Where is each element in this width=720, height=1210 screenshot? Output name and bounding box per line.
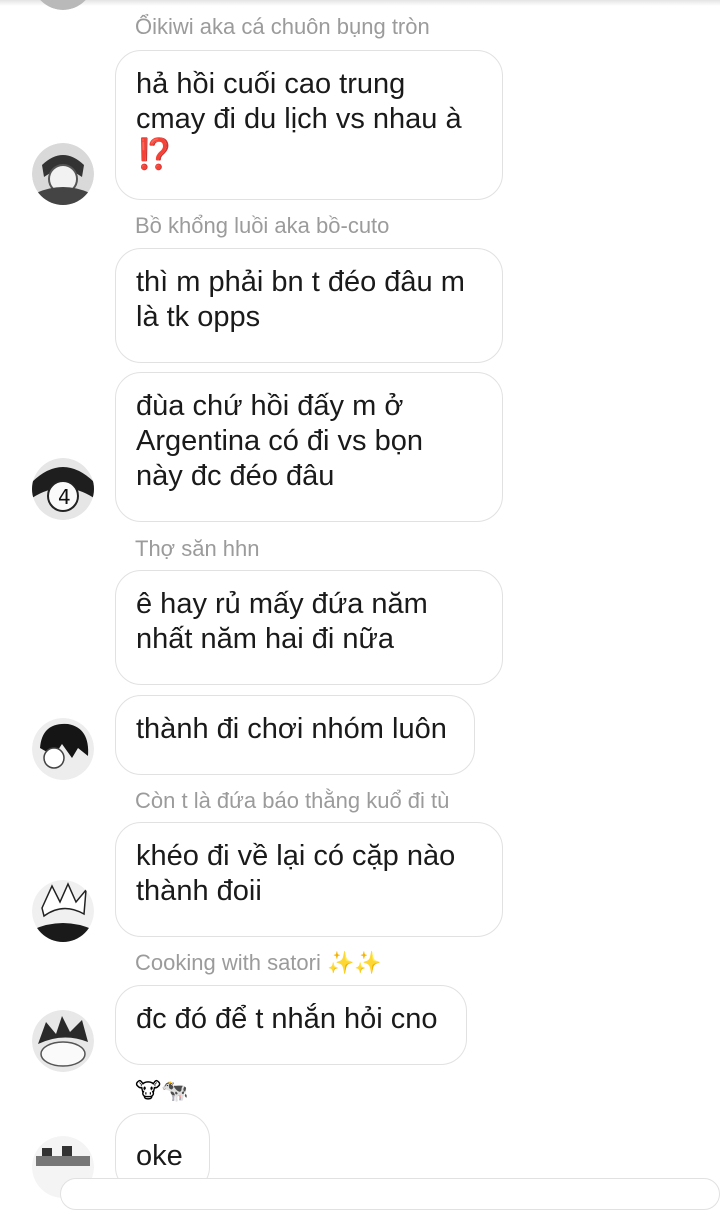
message-text: Argentina có đi vs bọn bbox=[136, 425, 423, 457]
message-text: oke bbox=[136, 1140, 183, 1172]
avatar[interactable]: 4 bbox=[32, 458, 94, 520]
message-text: đc đó để t nhắn hỏi cno bbox=[136, 1003, 438, 1035]
message-text: thành đoii bbox=[136, 875, 262, 907]
avatar-icon bbox=[32, 718, 94, 780]
sender-name: Cooking with satori ✨✨ bbox=[135, 950, 382, 976]
message-bubble[interactable]: khéo đi về lại có cặp nào thành đoii bbox=[115, 822, 503, 937]
message-bubble[interactable]: ê hay rủ mấy đứa năm nhất năm hai đi nữa bbox=[115, 570, 503, 685]
sparkles-emoji: ✨✨ bbox=[327, 950, 382, 975]
message-text: là tk opps bbox=[136, 301, 261, 333]
message-text: thì m phải bn t đéo đâu m bbox=[136, 266, 465, 298]
svg-text:4: 4 bbox=[58, 485, 71, 509]
message-text: đùa chứ hồi đấy m ở bbox=[136, 390, 404, 422]
interrobang-emoji: ⁉️ bbox=[136, 138, 173, 171]
message-bubble[interactable]: thì m phải bn t đéo đâu m là tk opps bbox=[115, 248, 503, 363]
message-bubble[interactable]: đc đó để t nhắn hỏi cno bbox=[115, 985, 467, 1065]
sender-name: Ổikiwi aka cá chuôn bụng tròn bbox=[135, 14, 430, 39]
sender-name-text: Cooking with satori bbox=[135, 950, 321, 975]
avatar[interactable] bbox=[32, 880, 94, 942]
cow-emoji: 🐮🐄 bbox=[135, 1078, 189, 1103]
message-text: ê hay rủ mấy đứa năm bbox=[136, 588, 428, 620]
message-bubble[interactable]: thành đi chơi nhóm luôn bbox=[115, 695, 475, 775]
message-text: khéo đi về lại có cặp nào bbox=[136, 840, 456, 872]
avatar-icon bbox=[32, 1010, 94, 1072]
sender-name: Thợ săn hhn bbox=[135, 536, 260, 561]
message-text: thành đi chơi nhóm luôn bbox=[136, 713, 447, 745]
avatar-icon bbox=[32, 880, 94, 942]
avatar[interactable] bbox=[32, 718, 94, 780]
sender-name: Còn t là đứa báo thằng kuổ đi tù bbox=[135, 788, 450, 813]
message-text: cmay đi du lịch vs nhau à bbox=[136, 103, 462, 135]
avatar-icon: 4 bbox=[32, 458, 94, 520]
top-divider bbox=[0, 0, 720, 6]
message-text: này đc đéo đâu bbox=[136, 460, 335, 492]
avatar-icon bbox=[32, 143, 94, 205]
avatar[interactable] bbox=[32, 1010, 94, 1072]
message-text: hả hồi cuối cao trung bbox=[136, 68, 406, 100]
message-bubble[interactable]: hả hồi cuối cao trung cmay đi du lịch vs… bbox=[115, 50, 503, 200]
avatar[interactable] bbox=[32, 143, 94, 205]
message-text: nhất năm hai đi nữa bbox=[136, 623, 395, 655]
message-bubble[interactable]: đùa chứ hồi đấy m ở Argentina có đi vs b… bbox=[115, 372, 503, 522]
sender-name: Bồ khổng luồi aka bồ-cuto bbox=[135, 213, 390, 238]
message-input-bar[interactable] bbox=[60, 1178, 720, 1210]
